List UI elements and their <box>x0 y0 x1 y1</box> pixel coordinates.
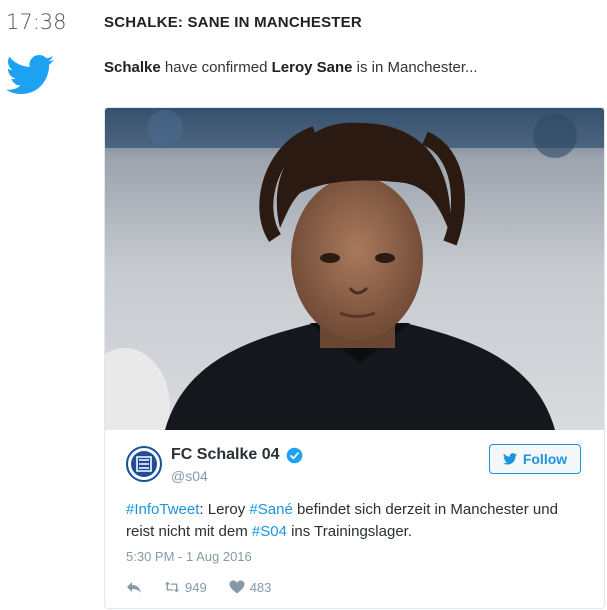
entry-time: 17:38 <box>6 10 67 34</box>
twitter-bird-small-icon <box>502 453 517 465</box>
summary-player: Leroy Sane <box>271 59 353 76</box>
summary-text-2: is in Manchester... <box>352 59 478 76</box>
account-name[interactable]: FC Schalke 04 <box>171 446 280 464</box>
retweet-button[interactable]: 949 <box>164 580 207 595</box>
hashtag-link[interactable]: #Sané <box>249 501 292 518</box>
tweet-timestamp[interactable]: 5:30 PM - 1 Aug 2016 <box>126 549 252 564</box>
verified-badge-icon <box>286 447 303 464</box>
embedded-tweet-card[interactable]: FC Schalke 04 @s04 Follow #InfoTweet: Le… <box>104 107 605 609</box>
tweet-text: #InfoTweet: Leroy #Sané befindet sich de… <box>126 499 586 543</box>
schalke-logo-avatar[interactable] <box>126 446 162 482</box>
reply-icon <box>127 582 141 593</box>
entry-headline: SCHALKE: SANE IN MANCHESTER <box>104 14 362 31</box>
entry-summary: Schalke have confirmed Leroy Sane is in … <box>104 59 478 76</box>
like-count: 483 <box>249 579 272 595</box>
hashtag-link[interactable]: #InfoTweet <box>126 501 199 518</box>
tweet-text-segment: ins Trainingslager. <box>286 523 412 540</box>
twitter-bird-icon <box>6 55 54 94</box>
tweet-text-segment: : Leroy <box>199 501 250 518</box>
follow-label: Follow <box>522 451 568 467</box>
hashtag-link[interactable]: #S04 <box>252 523 287 540</box>
summary-club: Schalke <box>104 59 161 76</box>
tweet-body: FC Schalke 04 @s04 Follow #InfoTweet: Le… <box>105 430 604 608</box>
tweet-actions: 949 483 <box>126 578 293 596</box>
tweet-photo[interactable] <box>105 108 604 430</box>
summary-text-1: have confirmed <box>160 59 272 76</box>
account-handle[interactable]: @s04 <box>171 468 208 484</box>
like-button[interactable]: 483 <box>229 579 272 595</box>
reply-button[interactable] <box>126 580 142 594</box>
player-photo-image <box>105 108 604 430</box>
heart-icon <box>229 580 245 594</box>
retweet-count: 949 <box>185 579 207 595</box>
follow-button[interactable]: Follow <box>489 444 581 474</box>
retweet-icon <box>164 581 180 593</box>
